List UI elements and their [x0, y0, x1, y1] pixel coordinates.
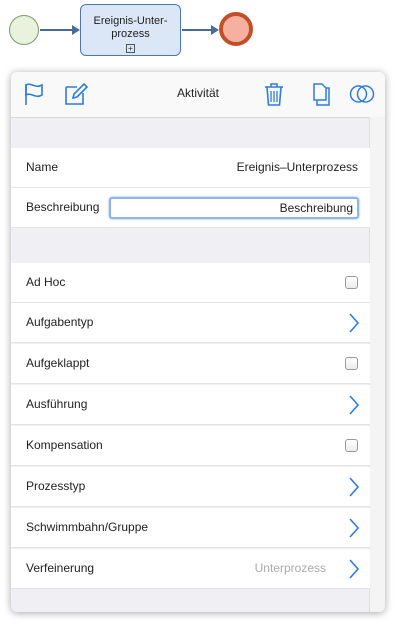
- ad-hoc-checkbox[interactable]: [345, 276, 358, 289]
- sequence-flow: [182, 29, 211, 31]
- chevron-right-icon[interactable]: [348, 312, 360, 334]
- diagram-canvas: Ereignis-Unter- prozess +: [0, 0, 396, 70]
- description-input[interactable]: [109, 197, 359, 219]
- execution-label: Ausführung: [26, 397, 88, 411]
- end-event[interactable]: [219, 12, 253, 46]
- trash-icon[interactable]: [261, 81, 287, 107]
- chevron-right-icon[interactable]: [348, 558, 360, 580]
- name-label: Name: [26, 160, 59, 174]
- name-row[interactable]: Name Ereignis–Unterprozess: [11, 148, 370, 188]
- property-row-process-type[interactable]: Prozesstyp: [11, 467, 370, 507]
- property-row-ad-hoc[interactable]: Ad Hoc: [11, 263, 370, 303]
- start-event[interactable]: [9, 15, 39, 45]
- property-row-execution[interactable]: Ausführung: [11, 385, 370, 425]
- scrollbar-track[interactable]: [369, 117, 385, 612]
- circles-icon[interactable]: [349, 81, 375, 107]
- property-row-lane[interactable]: Schwimmbahn/Gruppe: [11, 508, 370, 548]
- compensation-label: Kompensation: [26, 438, 103, 452]
- property-row-expanded[interactable]: Aufgeklappt: [11, 344, 370, 384]
- chevron-right-icon[interactable]: [348, 394, 360, 416]
- sequence-flow: [40, 29, 72, 31]
- sequence-flow-arrow: [72, 25, 80, 35]
- expanded-label: Aufgeklappt: [26, 356, 90, 370]
- property-row-refinement[interactable]: Verfeinerung Unterprozess: [11, 549, 370, 589]
- refinement-value: Unterprozess: [254, 561, 326, 575]
- sequence-flow-arrow: [211, 25, 219, 35]
- copy-icon[interactable]: [307, 81, 333, 107]
- expand-marker-icon[interactable]: +: [126, 44, 135, 53]
- task-type-label: Aufgabentyp: [26, 315, 94, 329]
- property-row-task-type[interactable]: Aufgabentyp: [11, 303, 370, 343]
- ad-hoc-label: Ad Hoc: [26, 275, 66, 289]
- subprocess-task[interactable]: Ereignis-Unter- prozess +: [80, 4, 181, 56]
- panel-header: Aktivität: [11, 72, 385, 118]
- chevron-right-icon[interactable]: [348, 476, 360, 498]
- properties-panel: Aktivität Name Ereignis–Unterprozess Bes…: [11, 72, 385, 612]
- subprocess-label: Ereignis-Unter- prozess: [93, 15, 168, 40]
- lane-label: Schwimmbahn/Gruppe: [26, 520, 149, 534]
- description-row: Beschreibung: [11, 188, 370, 228]
- description-label: Beschreibung: [26, 200, 100, 214]
- expanded-checkbox[interactable]: [345, 357, 358, 370]
- refinement-label: Verfeinerung: [26, 561, 95, 575]
- process-type-label: Prozesstyp: [26, 479, 86, 493]
- chevron-right-icon[interactable]: [348, 517, 360, 539]
- name-value[interactable]: Ereignis–Unterprozess: [237, 160, 358, 174]
- property-row-compensation[interactable]: Kompensation: [11, 426, 370, 466]
- compensation-checkbox[interactable]: [345, 439, 358, 452]
